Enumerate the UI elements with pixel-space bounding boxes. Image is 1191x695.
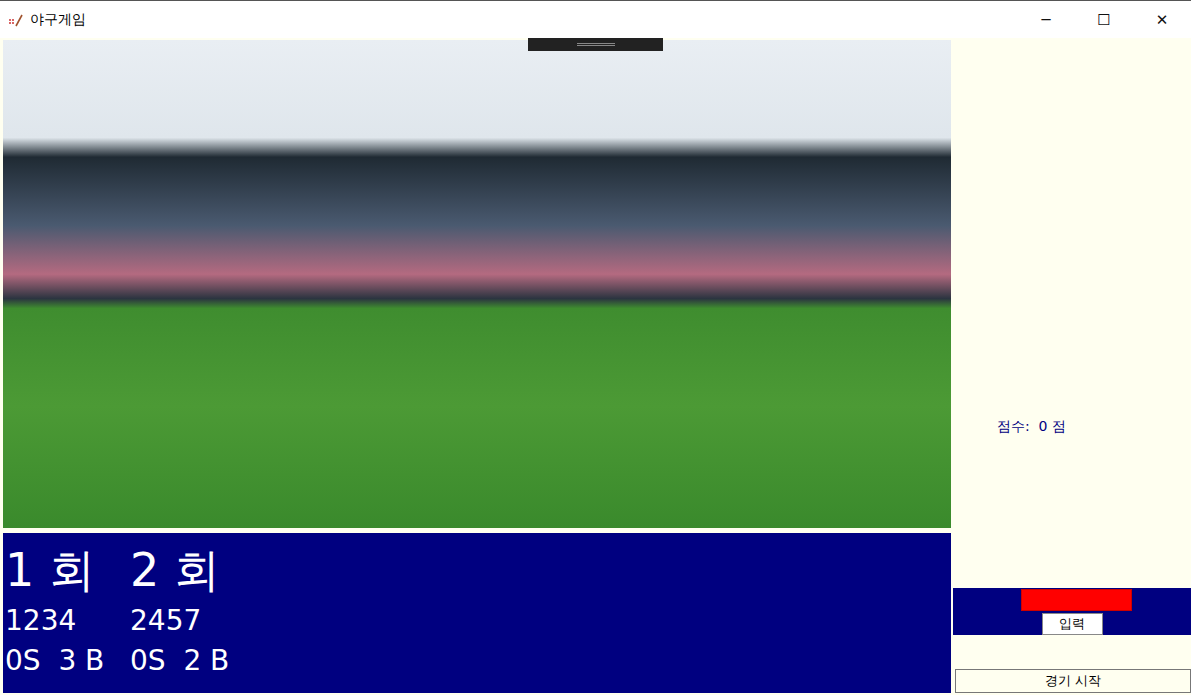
game-window: 야구게임─☐✕1 회12340S 3 B2 회24570S 2 B점수: 0 점… — [0, 0, 1191, 695]
window-title: 야구게임 — [30, 11, 1017, 29]
title-bar: 야구게임─☐✕ — [0, 1, 1191, 38]
side-panel: 점수: 0 점입력경기 시작 — [953, 38, 1191, 695]
submit-button[interactable]: 입력 — [1042, 613, 1103, 635]
inning-guess: 2457 — [130, 601, 247, 641]
app-icon — [8, 12, 24, 28]
drag-handle[interactable] — [528, 38, 663, 51]
field-column: 1 회12340S 3 B2 회24570S 2 B — [0, 38, 953, 695]
stadium-photo-frame — [3, 40, 951, 528]
stadium-photo — [3, 40, 951, 528]
score-label: 점수: 0 점 — [953, 416, 1191, 436]
window-control[interactable]: ☐ — [1075, 1, 1133, 38]
inning-column: 1 회12340S 3 B — [5, 539, 122, 693]
main-area: 1 회12340S 3 B2 회24570S 2 B점수: 0 점입력경기 시작 — [0, 38, 1191, 695]
inning-column: 2 회24570S 2 B — [130, 539, 247, 693]
inning-label: 1 회 — [5, 539, 122, 601]
inning-result: 0S 3 B — [5, 641, 122, 681]
guess-input[interactable] — [1021, 589, 1132, 611]
window-control[interactable]: ✕ — [1133, 1, 1191, 38]
input-bar: 입력 — [953, 588, 1191, 635]
inning-result: 0S 2 B — [130, 641, 247, 681]
scoreboard: 1 회12340S 3 B2 회24570S 2 B — [3, 533, 951, 693]
window-control[interactable]: ─ — [1017, 1, 1075, 38]
start-button[interactable]: 경기 시작 — [955, 669, 1191, 693]
inning-guess: 1234 — [5, 601, 122, 641]
inning-label: 2 회 — [130, 539, 247, 601]
